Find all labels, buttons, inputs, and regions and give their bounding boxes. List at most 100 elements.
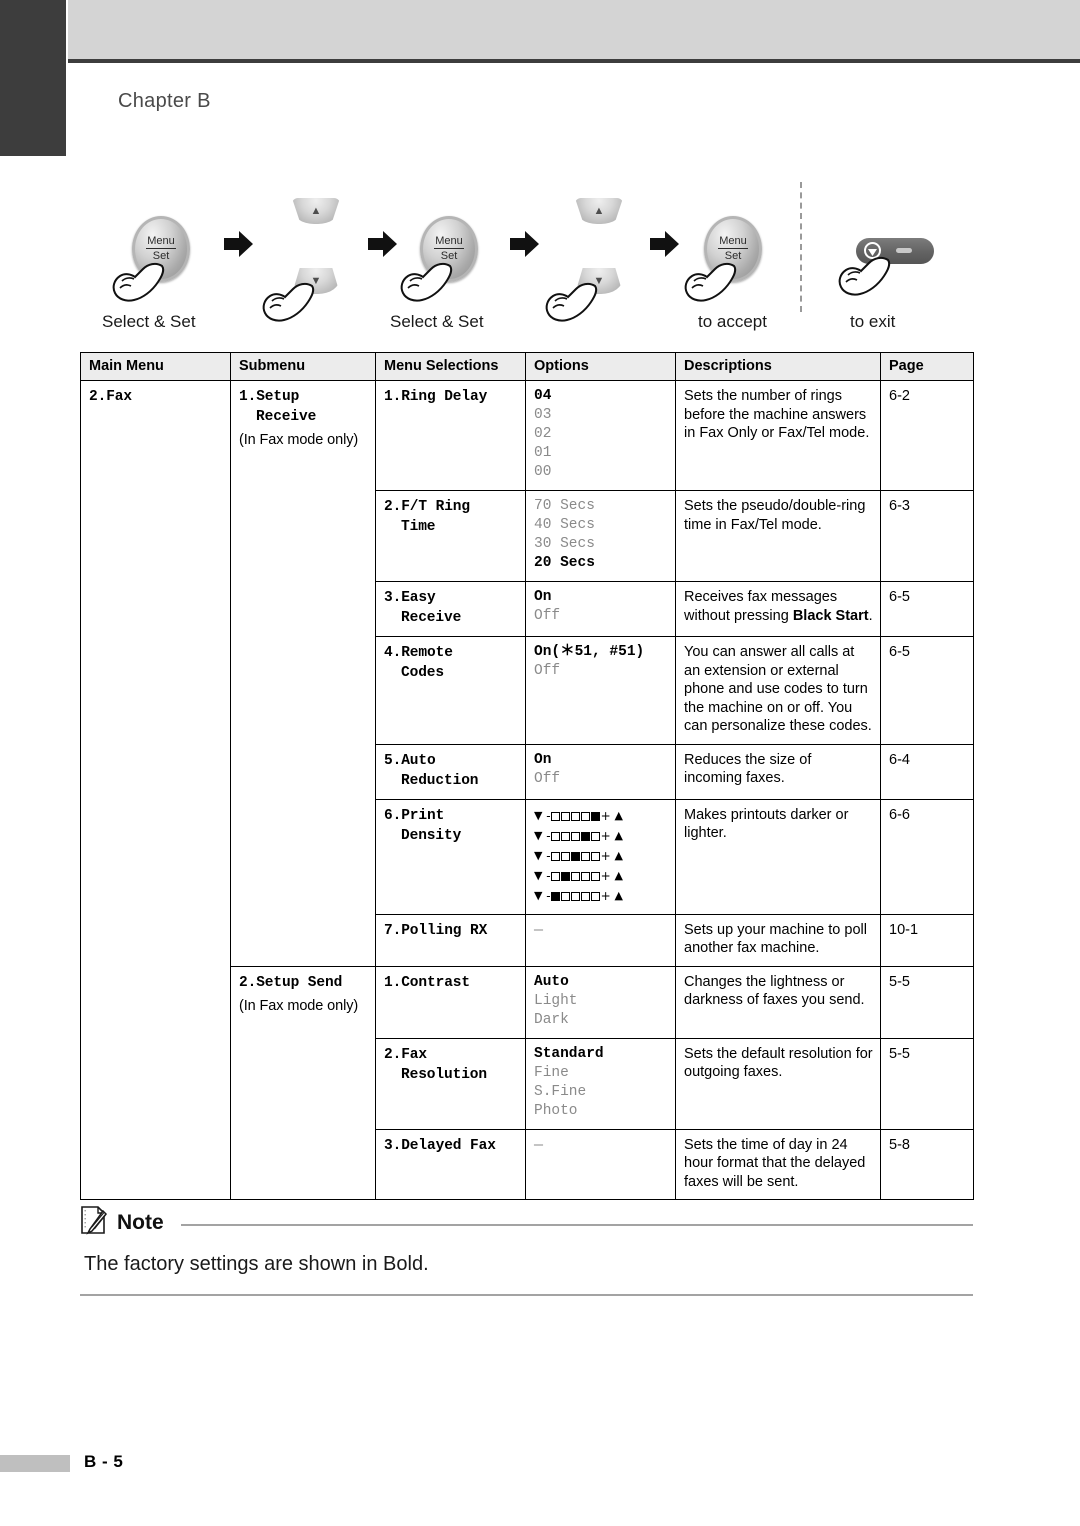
page-reference: 10-1 <box>889 921 919 938</box>
density-square <box>551 891 561 901</box>
density-square <box>551 871 561 881</box>
note-bottom-rule <box>80 1294 973 1296</box>
density-square <box>591 831 601 841</box>
cell-menu-selection: 2.Fax Resolution <box>375 1037 526 1130</box>
option-value: On <box>534 589 552 605</box>
cell-menu-selection: 1.Contrast <box>375 965 526 1039</box>
cell-page-reference: 5-8 <box>880 1128 974 1200</box>
option-value: Fine <box>534 1064 569 1081</box>
density-square <box>581 811 591 821</box>
cell-options: 70 Secs 40 Secs 30 Secs 20 Secs <box>525 490 676 582</box>
option-value: Photo <box>534 1102 578 1119</box>
description-text: Sets the default resolution for outgoing… <box>684 1045 873 1081</box>
cell-options: — <box>525 913 676 967</box>
cell-options: 04 03 02 01 00 <box>525 380 676 491</box>
option-none-dash: — <box>534 1136 544 1154</box>
pointing-hand-icon-5 <box>682 260 738 306</box>
cell-options: On Off <box>525 581 676 637</box>
cell-page-reference: 6-5 <box>880 636 974 745</box>
note-body-text: The factory settings are shown in Bold. <box>84 1253 429 1275</box>
page-reference: 6-5 <box>889 589 910 605</box>
description-text: Sets the time of day in 24 hour format t… <box>684 1136 866 1190</box>
density-bar: ▼ - + ▲ <box>534 888 623 903</box>
cell-options: Standard Fine S.Fine Photo <box>525 1037 676 1130</box>
pointing-hand-icon-3 <box>398 260 454 306</box>
density-bar: ▼ - + ▲ <box>534 848 623 863</box>
header-grey-band <box>68 0 1080 59</box>
flow-caption-1: Select & Set <box>102 312 196 331</box>
cell-submenu: 1.Setup Receive (In Fax mode only) <box>230 380 376 967</box>
col-header-menu-selections: Menu Selections <box>375 352 526 381</box>
menu-selection-label: 1.Contrast <box>384 974 471 991</box>
density-square <box>591 891 601 901</box>
density-bar: ▼ - + ▲ <box>534 828 623 843</box>
density-square <box>571 831 581 841</box>
density-square <box>561 811 571 821</box>
cell-options: On(＊51, #51) Off <box>525 636 676 745</box>
note-header: Note <box>80 1205 973 1240</box>
footer-page-number: B - 5 <box>84 1452 124 1471</box>
col-header-descriptions: Descriptions <box>675 352 881 381</box>
page-reference: 6-3 <box>889 498 910 514</box>
menu-selection-label: 3.Delayed Fax <box>384 1137 496 1154</box>
menu-selection-label: 3.Easy Receive <box>384 590 462 626</box>
pointing-hand-icon-1 <box>110 260 166 306</box>
cell-page-reference: 6-2 <box>880 380 974 491</box>
pointing-hand-icon-6 <box>836 254 892 300</box>
menu-selection-label: 1.Ring Delay <box>384 389 488 405</box>
density-square <box>571 851 581 861</box>
cell-page-reference: 5-5 <box>880 965 974 1039</box>
density-bar: ▼ - + ▲ <box>534 868 623 883</box>
page-reference: 6-2 <box>889 388 910 404</box>
flow-caption-4: to exit <box>850 312 896 331</box>
cell-menu-selection: 1.Ring Delay <box>375 380 526 491</box>
cell-page-reference: 6-4 <box>880 743 974 800</box>
density-square <box>561 871 571 881</box>
option-value: 04 <box>534 388 552 404</box>
cell-menu-selection: 5.Auto Reduction <box>375 743 526 800</box>
option-value: On(＊51, #51) <box>534 644 645 660</box>
option-value: Auto <box>534 973 569 990</box>
flow-caption-3: to accept <box>698 312 767 331</box>
note-block: Note The factory settings are shown in B… <box>80 1205 973 1296</box>
menu-set-label-top-3: Menu <box>718 234 748 249</box>
option-value: Off <box>534 608 561 624</box>
density-up-icon: ▲ <box>614 828 623 842</box>
col-header-submenu: Submenu <box>230 352 376 381</box>
submenu-note: (In Fax mode only) <box>239 997 359 1014</box>
page-reference: 5-8 <box>889 1136 910 1153</box>
cell-options: ▼ - + ▲ ▼ - + ▲ ▼ - + ▲ ▼ - + ▲ ▼ - + ▲ <box>525 798 676 915</box>
density-up-icon: ▲ <box>614 848 623 862</box>
page-reference: 5-5 <box>889 973 910 990</box>
cell-description: Makes printouts darker or lighter. <box>675 798 881 915</box>
chapter-label: Chapter B <box>118 90 211 112</box>
description-text: Sets up your machine to poll another fax… <box>684 921 867 957</box>
menu-selection-label: 5.Auto Reduction <box>384 752 479 789</box>
nav-up-key-1[interactable]: ▲ <box>292 198 340 224</box>
cell-page-reference: 6-3 <box>880 490 974 582</box>
pointing-hand-icon-4 <box>543 280 599 326</box>
flow-arrow-3-icon <box>510 230 540 263</box>
cell-description: Receives fax messages without pressing B… <box>675 581 881 637</box>
flow-divider <box>800 182 802 312</box>
cell-options: — <box>525 1128 676 1200</box>
option-none-dash: — <box>534 921 544 939</box>
description-text: Reduces the size of incoming faxes. <box>684 751 812 787</box>
nav-up-key-2[interactable]: ▲ <box>575 198 623 224</box>
menu-set-label-top: Menu <box>146 234 176 249</box>
density-square <box>551 831 561 841</box>
menu-set-label-top-2: Menu <box>434 234 464 249</box>
menu-settings-table: Main Menu Submenu Menu Selections Option… <box>80 352 974 1200</box>
page-reference: 6-5 <box>889 644 910 660</box>
cell-page-reference: 6-5 <box>880 581 974 637</box>
up-arrow-icon-2: ▲ <box>593 204 605 217</box>
density-bar: ▼ - + ▲ <box>534 808 623 823</box>
keypad-flow-diagram: Menu Set Select & Set ▲ ▼ Menu Set Selec… <box>100 180 980 340</box>
option-value: 20 Secs <box>534 555 595 571</box>
page-reference: 5-5 <box>889 1045 910 1062</box>
option-value: On <box>534 751 552 768</box>
density-square <box>561 831 571 841</box>
cell-menu-selection: 7.Polling RX <box>375 913 526 967</box>
table-body: 2.Fax 1.Setup Receive (In Fax mode only) 1.R… <box>80 380 974 1200</box>
cell-main-menu: 2.Fax <box>80 380 231 1200</box>
